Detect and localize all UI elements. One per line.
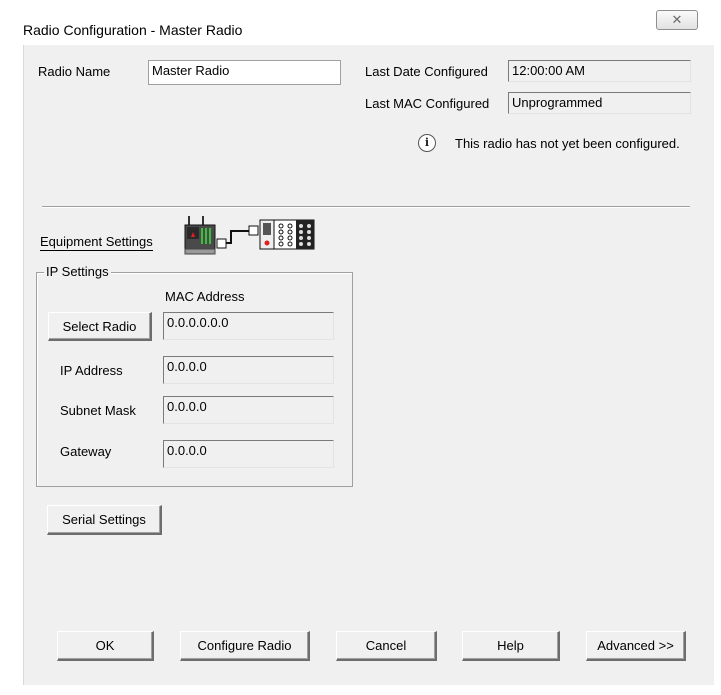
mac-address-field: 0.0.0.0.0.0 <box>163 312 334 340</box>
subnet-mask-label: Subnet Mask <box>60 403 136 418</box>
cancel-button[interactable]: Cancel <box>336 631 437 661</box>
radio-configuration-dialog: Radio Configuration - Master Radio ✕ Rad… <box>0 0 721 695</box>
last-mac-configured-field: Unprogrammed <box>508 92 691 114</box>
mac-address-header: MAC Address <box>165 289 245 304</box>
serial-settings-button[interactable]: Serial Settings <box>47 505 162 535</box>
window-frame-bottom <box>0 685 721 695</box>
help-button[interactable]: Help <box>462 631 560 661</box>
ip-address-field[interactable]: 0.0.0.0 <box>163 356 334 384</box>
ip-settings-legend: IP Settings <box>44 264 111 279</box>
dialog-client-area: Radio Name Master Radio Last Date Config… <box>23 45 714 685</box>
equipment-radio-icon <box>184 216 315 255</box>
last-mac-configured-label: Last MAC Configured <box>365 96 490 111</box>
gateway-label: Gateway <box>60 444 112 459</box>
equipment-settings-link[interactable]: Equipment Settings <box>40 234 153 251</box>
window-frame-left <box>0 45 23 695</box>
advanced-button[interactable]: Advanced >> <box>586 631 686 661</box>
select-radio-button[interactable]: Select Radio <box>48 312 152 341</box>
gateway-field[interactable]: 0.0.0.0 <box>163 440 334 468</box>
close-button[interactable]: ✕ <box>656 10 698 30</box>
title-bar[interactable]: Radio Configuration - Master Radio ✕ <box>0 0 721 45</box>
ip-address-label: IP Address <box>60 363 123 378</box>
radio-name-input[interactable]: Master Radio <box>148 60 341 85</box>
status-message: This radio has not yet been configured. <box>455 136 680 151</box>
last-date-configured-label: Last Date Configured <box>365 64 488 79</box>
separator <box>42 206 690 208</box>
info-icon: i <box>418 134 436 152</box>
subnet-mask-field[interactable]: 0.0.0.0 <box>163 396 334 424</box>
radio-name-label: Radio Name <box>38 64 111 79</box>
last-date-configured-field: 12:00:00 AM <box>508 60 691 82</box>
ok-button[interactable]: OK <box>57 631 154 661</box>
configure-radio-button[interactable]: Configure Radio <box>180 631 310 661</box>
window-title: Radio Configuration - Master Radio <box>23 22 243 38</box>
close-icon: ✕ <box>671 12 683 27</box>
window-frame-right <box>713 45 721 695</box>
